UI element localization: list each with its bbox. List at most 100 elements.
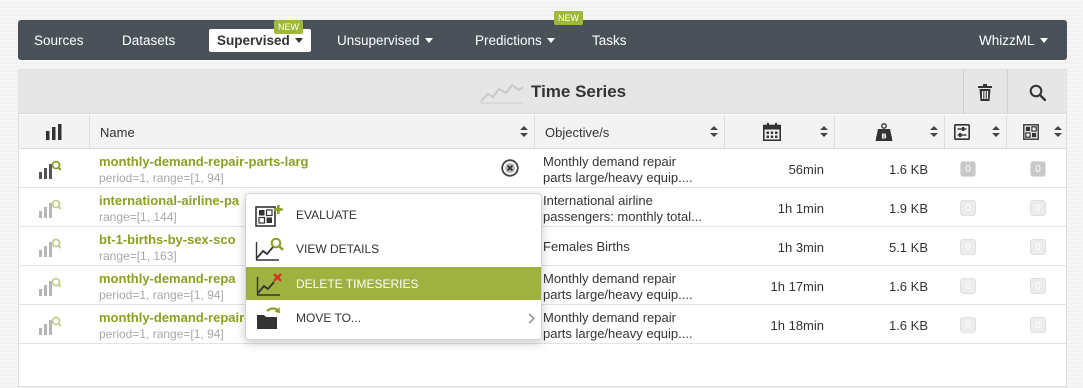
row-objective-line1: Monthly demand repair (543, 154, 676, 169)
objective-column-label: Objective/s (545, 124, 610, 140)
delete-button[interactable] (963, 70, 1005, 114)
row-forecasts-count[interactable]: 0 (960, 317, 976, 333)
type-column-header[interactable] (19, 115, 89, 149)
panel-title-text: Time Series (531, 82, 627, 101)
table-row[interactable]: monthly-demand-repair-parts-larg period=… (19, 306, 1066, 344)
time-series-panel: Time Series Name Objective/s B monthly-d… (18, 69, 1067, 387)
sort-icon (992, 126, 1000, 137)
size-column-header[interactable]: B (834, 115, 944, 149)
row-age: 1h 18min (770, 317, 824, 333)
row-evaluations-count[interactable]: 0 (1030, 161, 1046, 177)
row-forecasts-count[interactable]: 0 (960, 200, 976, 216)
menu-item-evaluate-label: EVALUATE (296, 207, 357, 222)
objective-column-header[interactable]: Objective/s (534, 115, 724, 149)
row-objective-line2: parts large/heavy equip.... (543, 170, 693, 185)
weight-icon: B (875, 123, 893, 141)
time-series-model-icon (39, 238, 61, 257)
chevron-down-icon (546, 37, 555, 43)
row-objective-line1: Monthly demand repair (543, 310, 676, 325)
row-objective-line2: parts large/heavy equip.... (543, 326, 693, 341)
view-details-icon (255, 237, 284, 261)
evaluation-grid-icon (1023, 124, 1039, 140)
nav-sources[interactable]: Sources (34, 20, 84, 60)
name-column-label: Name (100, 124, 135, 140)
row-name-link[interactable]: monthly-demand-repa (99, 271, 236, 286)
panel-title: Time Series (479, 70, 626, 114)
row-objective-line1: Females Births (543, 239, 630, 254)
sort-icon (520, 126, 528, 137)
new-badge: NEW (554, 11, 583, 25)
move-folder-icon (257, 307, 280, 329)
table-row[interactable]: monthly-demand-repair-parts-larg period=… (19, 150, 1066, 188)
table-row[interactable]: monthly-demand-repa period=1, range=[1, … (19, 267, 1066, 305)
row-evaluations-count[interactable]: 0 (1030, 200, 1046, 216)
nav-datasets[interactable]: Datasets (122, 20, 175, 60)
row-name-link[interactable]: monthly-demand-repair-parts-larg (99, 154, 308, 169)
row-size: 1.6 KB (888, 317, 928, 333)
row-evaluations-count[interactable]: 0 (1030, 239, 1046, 255)
delete-timeseries-icon (256, 273, 282, 296)
chevron-down-icon (1039, 37, 1048, 43)
row-size: 1.6 KB (888, 161, 928, 177)
nav-unsupervised[interactable]: Unsupervised (337, 20, 433, 60)
row-forecasts-count[interactable]: 0 (960, 239, 976, 255)
row-objective-line1: Monthly demand repair (543, 271, 676, 286)
bar-chart-icon (46, 124, 62, 140)
age-column-header[interactable] (724, 115, 834, 149)
time-series-model-icon (39, 199, 61, 218)
row-context-menu: EVALUATE VIEW DETAILS DELETE TIMESERIES … (245, 193, 542, 340)
close-menu-icon[interactable] (501, 159, 519, 177)
row-size: 5.1 KB (888, 239, 928, 255)
row-objective: Monthly demand repair parts large/heavy … (543, 154, 718, 186)
row-evaluations-count[interactable]: 0 (1030, 278, 1046, 294)
row-objective-line2: parts large/heavy equip.... (543, 287, 693, 302)
name-column-header[interactable]: Name (89, 115, 534, 149)
time-series-icon (480, 83, 524, 104)
nav-tasks[interactable]: Tasks (592, 20, 627, 60)
nav-supervised-label: Supervised (217, 33, 290, 48)
row-evaluations-count[interactable]: 0 (1030, 317, 1046, 333)
menu-item-view-details[interactable]: VIEW DETAILS (246, 232, 541, 265)
search-button[interactable] (1007, 70, 1067, 114)
row-age: 1h 17min (770, 278, 824, 294)
nav-whizzml[interactable]: WhizzML (979, 20, 1048, 60)
menu-item-view-details-label: VIEW DETAILS (296, 241, 380, 256)
forecasts-column-header[interactable] (944, 115, 1006, 149)
menu-item-delete-timeseries[interactable]: DELETE TIMESERIES (246, 267, 541, 300)
nav-whizzml-label: WhizzML (979, 32, 1035, 48)
table-row[interactable]: bt-1-births-by-sex-sco range=[1, 163] Fe… (19, 228, 1066, 266)
row-name-link[interactable]: bt-1-births-by-sex-sco (99, 232, 236, 247)
row-name-link[interactable]: international-airline-pa (99, 193, 239, 208)
panel-title-bar: Time Series (19, 70, 1066, 114)
menu-item-move-to[interactable]: MOVE TO... (246, 301, 541, 334)
menu-item-evaluate[interactable]: EVALUATE (246, 198, 541, 231)
time-series-model-icon (39, 277, 61, 296)
row-params: range=[1, 163] (99, 249, 177, 263)
row-forecasts-count[interactable]: 0 (960, 278, 976, 294)
sliders-icon (954, 124, 970, 140)
nav-predictions-label: Predictions (475, 32, 542, 48)
nav-predictions[interactable]: Predictions NEW (475, 11, 583, 60)
table-row[interactable]: international-airline-pa range=[1, 144] … (19, 189, 1066, 227)
calendar-icon (763, 123, 781, 141)
evaluations-column-header[interactable] (1006, 115, 1068, 149)
row-size: 1.9 KB (888, 200, 928, 216)
nav-unsupervised-label: Unsupervised (337, 32, 420, 48)
row-age: 1h 3min (777, 239, 824, 255)
row-forecasts-count[interactable]: 0 (960, 161, 976, 177)
row-objective-line1: International airline (543, 193, 653, 208)
sort-icon (820, 126, 828, 137)
row-params: period=1, range=[1, 94] (99, 327, 224, 341)
sort-icon (1054, 126, 1062, 137)
chevron-right-icon (528, 313, 535, 324)
trash-icon (977, 83, 992, 101)
table-header: Name Objective/s B (19, 115, 1066, 149)
sort-icon (930, 126, 938, 137)
row-params: period=1, range=[1, 94] (99, 171, 224, 185)
row-age: 56min (788, 161, 824, 177)
row-age: 1h 1min (777, 200, 824, 216)
row-size: 1.6 KB (888, 278, 928, 294)
nav-supervised[interactable]: Supervised NEW (209, 20, 311, 52)
row-params: range=[1, 144] (99, 210, 177, 224)
search-icon (1029, 84, 1046, 101)
